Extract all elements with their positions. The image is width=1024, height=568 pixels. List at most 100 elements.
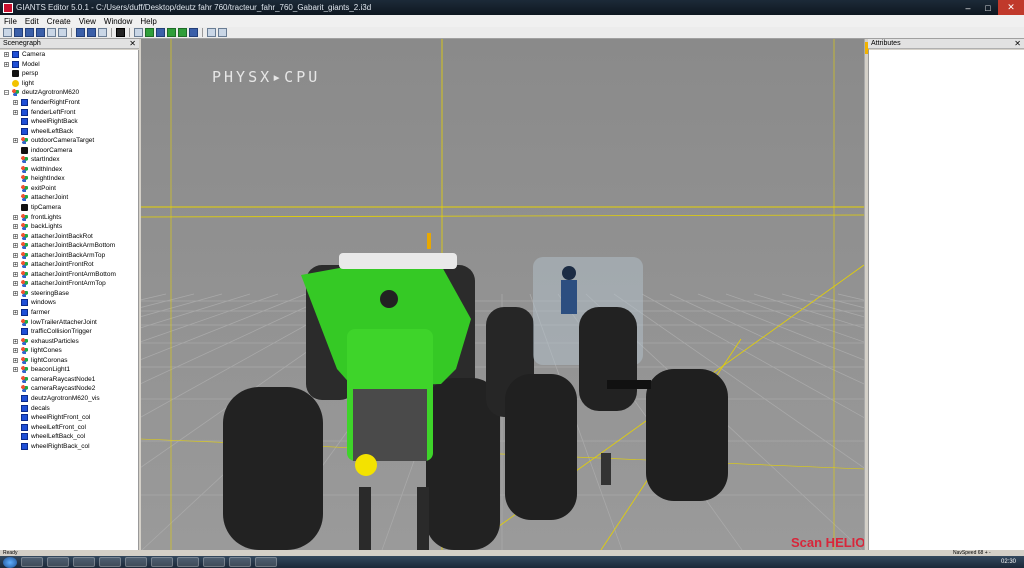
scenegraph-node[interactable]: − deutzAgrotronM620 [0,88,138,98]
scenegraph-node[interactable]: trafficCollisionTrigger [0,327,138,337]
scenegraph-node[interactable]: widthIndex [0,165,138,175]
scenegraph-node[interactable]: wheelLeftBack_col [0,432,138,442]
tree-expander-icon[interactable]: + [13,252,18,258]
scenegraph-node[interactable]: wheelLeftFront_col [0,422,138,432]
tree-expander-icon[interactable]: + [13,233,18,239]
tree-expander-icon[interactable]: + [4,61,9,67]
tree-expander-icon[interactable]: + [13,310,18,316]
tree-expander-icon[interactable]: + [13,243,18,249]
scenegraph-node[interactable]: + fenderRightFront [0,98,138,108]
play-icon[interactable] [116,28,125,37]
menu-file[interactable]: File [0,17,21,26]
scenegraph-node[interactable]: + frontLights [0,212,138,222]
scenegraph-node[interactable]: persp [0,69,138,79]
scenegraph-node[interactable]: cameraRaycastNode2 [0,384,138,394]
snap-gear-icon[interactable] [218,28,227,37]
3d-viewport[interactable]: PHYSX▸CPU Scan HELIOS 10-09-12 02:30:27 [141,39,864,550]
scenegraph-node[interactable]: + backLights [0,222,138,232]
tree-expander-icon[interactable]: + [13,357,18,363]
scenegraph-node[interactable]: + attacherJointFrontArmTop [0,279,138,289]
scenegraph-node[interactable]: indoorCamera [0,145,138,155]
select-tool-icon[interactable] [134,28,143,37]
scene-render[interactable] [141,39,864,550]
attributes-close-icon[interactable]: ✕ [1014,39,1021,49]
scenegraph-node[interactable]: + attacherJointFrontArmBottom [0,270,138,280]
mesh-tool-icon[interactable] [189,28,198,37]
tree-expander-icon[interactable]: + [13,214,18,220]
scenegraph-node[interactable]: + outdoorCameraTarget [0,136,138,146]
scenegraph-node[interactable]: + exhaustParticles [0,336,138,346]
scenegraph-node[interactable]: wheelRightBack [0,117,138,127]
scenegraph-node[interactable]: + beaconLight1 [0,365,138,375]
undo-icon[interactable] [76,28,85,37]
tree-expander-icon[interactable]: + [13,262,18,268]
terrain-tool-icon[interactable] [145,28,154,37]
scenegraph-node[interactable]: tipCamera [0,203,138,213]
tree-expander-icon[interactable]: + [13,367,18,373]
scenegraph-node[interactable]: + lightCoronas [0,356,138,366]
tree-expander-icon[interactable]: + [13,290,18,296]
scenegraph-node[interactable]: + Camera [0,50,138,60]
scenegraph-node[interactable]: + attacherJointBackArmTop [0,250,138,260]
paint-tool-icon[interactable] [156,28,165,37]
taskbar-app-button[interactable] [203,557,225,567]
scenegraph-node[interactable]: + attacherJointBackRot [0,231,138,241]
scenegraph-node[interactable]: attacherJoint [0,193,138,203]
taskbar-app-button[interactable] [255,557,277,567]
scenegraph-node[interactable]: light [0,79,138,89]
refresh-icon[interactable] [98,28,107,37]
save-icon[interactable] [25,28,34,37]
taskbar-app-button[interactable] [73,557,95,567]
taskbar-app-button[interactable] [177,557,199,567]
menu-window[interactable]: Window [100,17,136,26]
taskbar-app-button[interactable] [99,557,121,567]
tree-expander-icon[interactable]: + [4,52,9,58]
redo-icon[interactable] [87,28,96,37]
import-icon[interactable] [47,28,56,37]
tree-expander-icon[interactable]: + [13,348,18,354]
foliage-tool-icon[interactable] [167,28,176,37]
scenegraph-node[interactable]: + attacherJointFrontRot [0,260,138,270]
tree-expander-icon[interactable]: + [13,281,18,287]
taskbar-app-button[interactable] [47,557,69,567]
grass-tool-icon[interactable] [178,28,187,37]
scenegraph-node[interactable]: wheelLeftBack [0,126,138,136]
open-file-icon[interactable] [14,28,23,37]
taskbar-app-button[interactable] [21,557,43,567]
menu-help[interactable]: Help [136,17,160,26]
scenegraph-node[interactable]: + lightCones [0,346,138,356]
tree-expander-icon[interactable]: + [13,138,18,144]
tree-expander-icon[interactable]: + [13,338,18,344]
tree-expander-icon[interactable]: + [13,224,18,230]
start-button[interactable] [3,556,17,568]
scenegraph-node[interactable]: startIndex [0,155,138,165]
close-button[interactable]: ✕ [998,0,1024,15]
taskbar-app-button[interactable] [229,557,251,567]
scenegraph-node[interactable]: cameraRaycastNode1 [0,375,138,385]
tree-expander-icon[interactable]: − [4,90,9,96]
scenegraph-close-icon[interactable]: ✕ [129,39,136,49]
export-icon[interactable] [58,28,67,37]
scenegraph-node[interactable]: + farmer [0,308,138,318]
scenegraph-node[interactable]: + steeringBase [0,289,138,299]
tree-expander-icon[interactable]: + [13,100,18,106]
tree-expander-icon[interactable]: + [13,271,18,277]
scenegraph-node[interactable]: + Model [0,60,138,70]
scenegraph-node[interactable]: wheelRightBack_col [0,441,138,451]
taskbar-app-button[interactable] [125,557,147,567]
menu-create[interactable]: Create [43,17,75,26]
scenegraph-node[interactable]: windows [0,298,138,308]
maximize-button[interactable]: □ [978,0,998,15]
scenegraph-node[interactable]: decals [0,403,138,413]
save-as-icon[interactable] [36,28,45,37]
scenegraph-node[interactable]: exitPoint [0,184,138,194]
new-file-icon[interactable] [3,28,12,37]
menu-view[interactable]: View [75,17,100,26]
settings-gear-icon[interactable] [207,28,216,37]
scenegraph-node[interactable]: deutzAgrotronM620_vis [0,394,138,404]
scenegraph-node[interactable]: lowTrailerAttacherJoint [0,317,138,327]
tree-expander-icon[interactable]: + [13,109,18,115]
scenegraph-node[interactable]: + fenderLeftFront [0,107,138,117]
scenegraph-node[interactable]: wheelRightFront_col [0,413,138,423]
scenegraph-node[interactable]: + attacherJointBackArmBottom [0,241,138,251]
